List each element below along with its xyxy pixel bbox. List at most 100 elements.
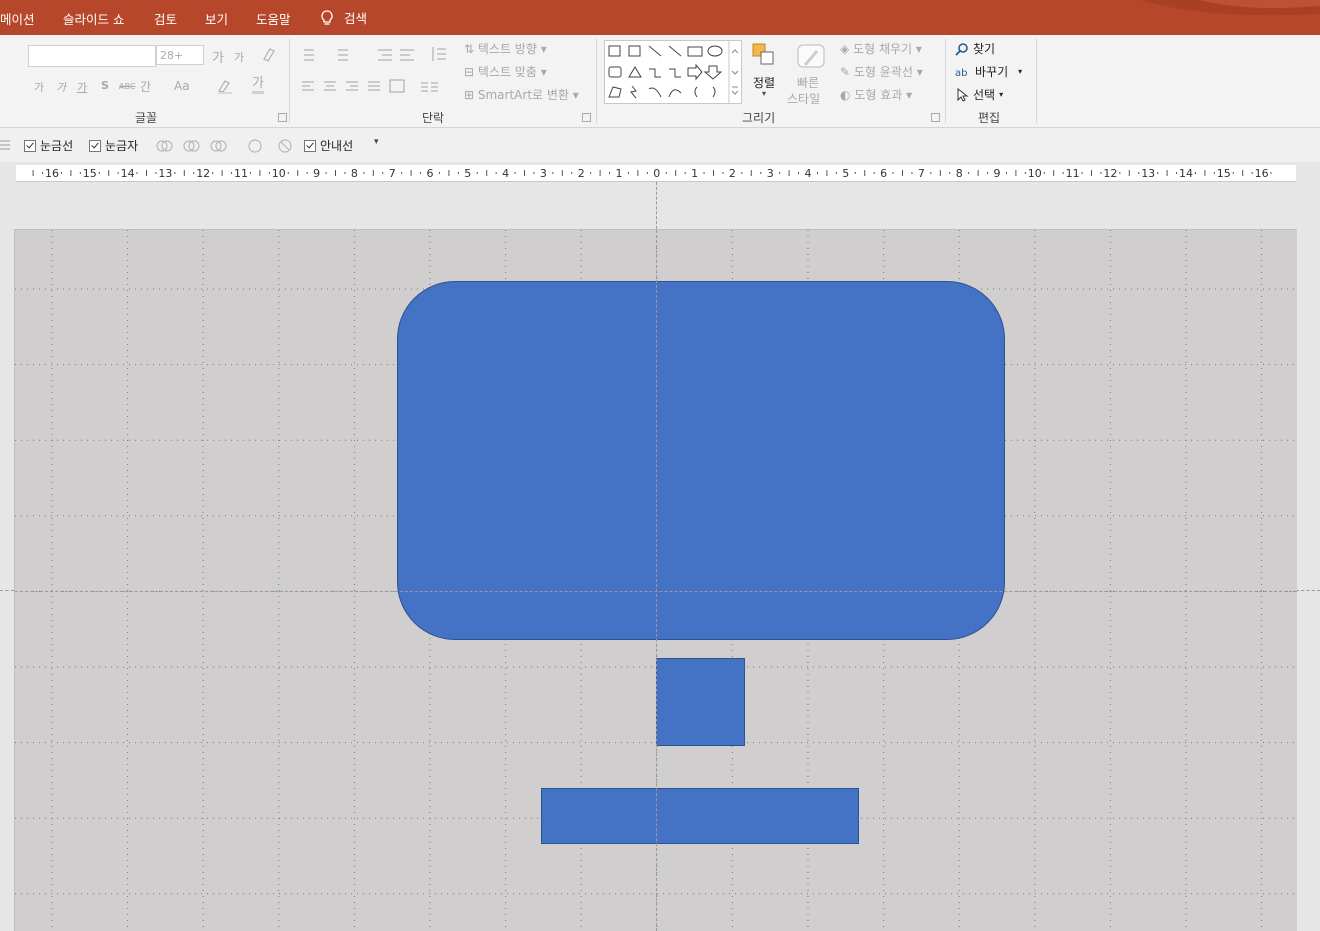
guides-label: 안내선: [320, 139, 354, 153]
ruler-label: 11: [1066, 167, 1080, 180]
horizontal-guide-line[interactable]: [1296, 590, 1320, 591]
char-spacing-button[interactable]: 간: [140, 78, 151, 95]
alignment-icons[interactable]: [300, 79, 410, 95]
monitor-screen-shape[interactable]: [397, 281, 1005, 640]
ruler-label: 12: [1103, 167, 1117, 180]
ruler-label: 9: [313, 167, 320, 180]
find-button[interactable]: 찾기: [955, 40, 995, 57]
ruler-label: 6: [880, 167, 887, 180]
ruler-label: 8: [351, 167, 358, 180]
checkbox-checked-icon: [89, 139, 101, 152]
ruler-label: 2: [578, 167, 585, 180]
ruler-label: 5: [842, 167, 849, 180]
clear-format-icon[interactable]: [260, 45, 278, 63]
shape-effects-button[interactable]: ◐ 도형 효과 ▾: [840, 86, 912, 103]
ruler-label: 8: [956, 167, 963, 180]
gridlines-checkbox[interactable]: 눈금선: [24, 137, 73, 154]
smartart-label: SmartArt로 변환: [477, 88, 569, 102]
ruler-label: 6: [427, 167, 434, 180]
shape-outline-button[interactable]: ✎ 도형 윤곽선 ▾: [840, 63, 923, 80]
horizontal-guide-line[interactable]: [15, 591, 1297, 592]
tab-slideshow[interactable]: 슬라이드 쇼: [63, 9, 124, 28]
tab-help[interactable]: 도움말: [256, 9, 291, 28]
arrange-dropdown-icon[interactable]: ▾: [762, 89, 766, 98]
replace-button[interactable]: ab 바꾸기 ▾: [955, 63, 1022, 80]
change-case-button[interactable]: Aa: [174, 79, 190, 93]
tab-view[interactable]: 보기: [205, 9, 228, 28]
select-button[interactable]: 선택 ▾: [955, 86, 1003, 103]
italic-button[interactable]: 가: [56, 79, 66, 95]
align-text-label: 텍스트 맞춤: [477, 65, 537, 79]
underline-button[interactable]: 가: [77, 79, 87, 95]
checkbox-checked-icon: [304, 139, 316, 152]
lightbulb-icon: [321, 9, 333, 25]
list-buttons-icon[interactable]: [300, 47, 430, 63]
font-group-label: 글꼴: [135, 111, 158, 125]
text-direction-button[interactable]: ⇅ 텍스트 방향 ▾: [464, 40, 547, 57]
vertical-guide-line[interactable]: [656, 230, 657, 931]
ruler-label: 1: [691, 167, 698, 180]
monitor-neck-shape[interactable]: [656, 658, 745, 746]
group-separator: [596, 39, 597, 123]
slide[interactable]: [14, 229, 1297, 931]
quick-styles-icon[interactable]: [795, 41, 827, 73]
view-options-toolbar: 눈금선 눈금자 안내선 ▾: [0, 128, 1320, 162]
ruler-label: 5: [464, 167, 471, 180]
shapes-icons[interactable]: [605, 41, 741, 103]
guides-checkbox[interactable]: 안내선: [304, 137, 353, 154]
bold-button[interactable]: 가: [34, 79, 44, 95]
ruler-checkbox[interactable]: 눈금자: [89, 137, 138, 154]
increase-font-button[interactable]: 가: [212, 47, 224, 66]
horizontal-ruler[interactable]: 16 15 14 13 12 11 10 9 8 7 6 5 4 3 2 1 0 1 2 3 4 5 6 7 8 9 10 11 12 1…: [16, 165, 1296, 182]
smartart-button[interactable]: ⊞ SmartArt로 변환 ▾: [464, 86, 579, 103]
ruler-label: 16: [1255, 167, 1269, 180]
ruler-label: 14: [1179, 167, 1193, 180]
arrange-icon[interactable]: [750, 41, 778, 69]
font-size-input[interactable]: 28+: [156, 45, 204, 65]
tell-me-search[interactable]: 검색: [318, 8, 367, 27]
strikethrough-button[interactable]: ABC: [119, 82, 135, 91]
shape-fill-button[interactable]: ◈ 도형 채우기 ▾: [840, 40, 922, 57]
ruler-label: 0: [653, 167, 660, 180]
merge-shapes-icons[interactable]: [155, 137, 295, 155]
horizontal-guide-line[interactable]: [0, 590, 14, 591]
ruler-label: 13: [1141, 167, 1155, 180]
ruler-label: 12: [196, 167, 210, 180]
shape-fill-label: 도형 채우기: [853, 42, 913, 56]
align-text-button[interactable]: ⊟ 텍스트 맞춤 ▾: [464, 63, 547, 80]
monitor-base-shape[interactable]: [541, 788, 859, 844]
drawing-group-label: 그리기: [742, 111, 776, 125]
ruler-label: 7: [918, 167, 925, 180]
shape-effects-label: 도형 효과: [854, 88, 903, 102]
customize-toolbar-dropdown-icon[interactable]: ▾: [374, 137, 379, 147]
shapes-gallery[interactable]: [604, 40, 742, 104]
search-icon: [955, 42, 968, 56]
font-dialog-launcher[interactable]: [278, 113, 287, 122]
shape-outline-label: 도형 윤곽선: [853, 65, 913, 79]
text-direction-label: 텍스트 방향: [477, 42, 537, 56]
shadow-button[interactable]: S: [101, 79, 109, 92]
line-spacing-icon[interactable]: [430, 45, 448, 63]
paragraph-dialog-launcher[interactable]: [582, 113, 591, 122]
drawing-dialog-launcher[interactable]: [931, 113, 940, 122]
vertical-guide-line[interactable]: [656, 182, 657, 229]
columns-icon[interactable]: [420, 81, 440, 93]
ribbon-home: 28+ 가 가 가 가 가 S ABC 간 Aa 가 글꼴 ⇅ 텍스트 방향 ▾…: [0, 35, 1320, 128]
font-name-input[interactable]: [28, 45, 156, 67]
ruler-label: 14: [121, 167, 135, 180]
ruler-ticks: 16 15 14 13 12 11 10 9 8 7 6 5 4 3 2 1 0 1 2 3 4 5 6 7 8 9 10 11 12 1…: [32, 167, 1272, 180]
decrease-font-button[interactable]: 가: [234, 49, 244, 65]
highlight-icon[interactable]: [216, 77, 236, 95]
group-separator: [289, 39, 290, 123]
font-color-button[interactable]: 가: [252, 77, 264, 94]
tab-review[interactable]: 검토: [154, 9, 177, 28]
replace-dropdown-icon[interactable]: ▾: [1018, 67, 1022, 76]
group-separator: [1036, 39, 1037, 123]
quick-styles-label-2[interactable]: 스타일: [787, 90, 820, 107]
select-dropdown-icon[interactable]: ▾: [999, 90, 1003, 99]
quick-styles-label-1[interactable]: 빠른: [797, 74, 819, 91]
svg-text:ab: ab: [955, 68, 967, 79]
tab-animation[interactable]: 메이션: [0, 9, 35, 28]
replace-label: 바꾸기: [975, 65, 1009, 79]
title-bar-decoration: [1140, 0, 1320, 16]
